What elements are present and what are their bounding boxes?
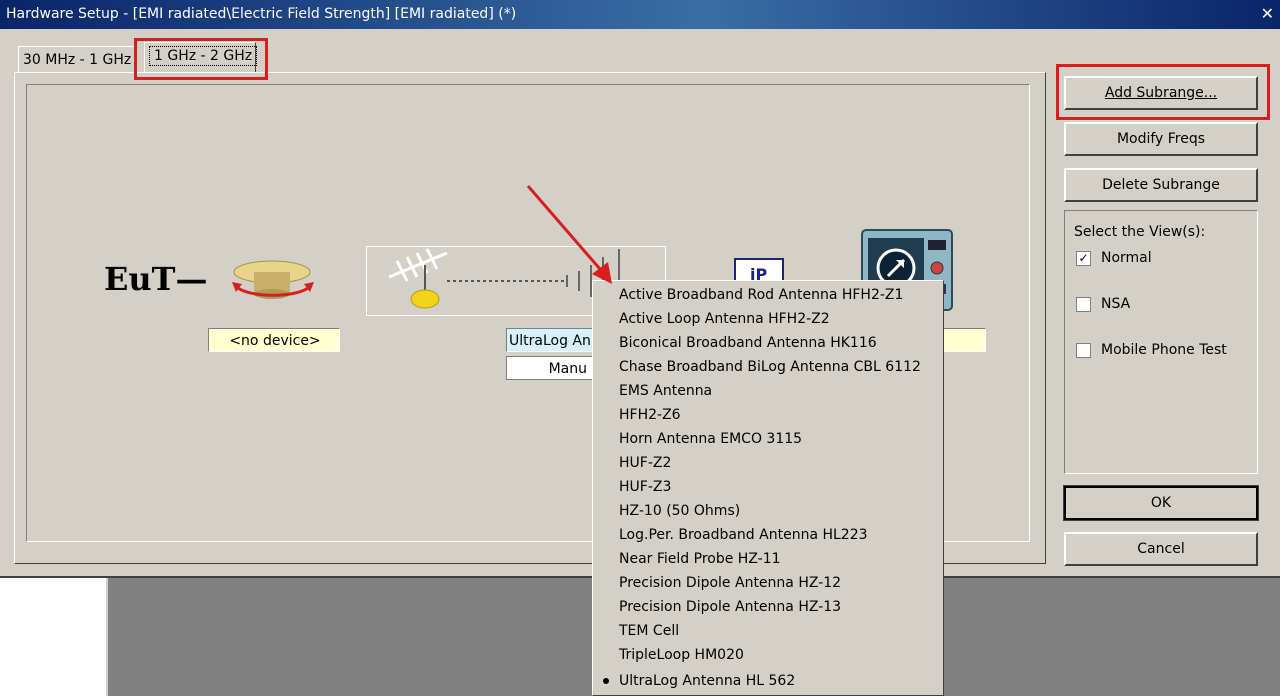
menu-item[interactable]: Biconical Broadband Antenna HK116 xyxy=(619,332,877,354)
menu-item[interactable]: Log.Per. Broadband Antenna HL223 xyxy=(619,524,868,546)
computer-icon[interactable]: iP xyxy=(734,258,784,284)
title-bar[interactable]: Hardware Setup - [EMI radiated\Electric … xyxy=(0,0,1280,29)
view-option-normal[interactable]: ✓ Normal xyxy=(1076,248,1152,268)
checkbox-icon[interactable] xyxy=(1076,296,1091,312)
close-icon[interactable]: ✕ xyxy=(1261,4,1274,23)
highlight-tab-annotation xyxy=(134,38,268,80)
delete-subrange-button[interactable]: Delete Subrange xyxy=(1064,168,1258,202)
highlight-add-subrange-annotation xyxy=(1056,64,1270,120)
antenna-dropdown-menu: Active Broadband Rod Antenna HFH2-Z1 Act… xyxy=(592,280,944,696)
cancel-label: Cancel xyxy=(1137,541,1185,557)
eut-label: EuT— xyxy=(104,260,208,298)
window-title: Hardware Setup - [EMI radiated\Electric … xyxy=(6,6,517,22)
menu-item[interactable]: EMS Antenna xyxy=(619,380,712,402)
ok-button[interactable]: OK xyxy=(1063,485,1259,521)
delete-subrange-label: Delete Subrange xyxy=(1102,177,1220,193)
antenna-device-field[interactable]: UltraLog An xyxy=(506,328,596,352)
checkbox-checked-icon[interactable]: ✓ xyxy=(1076,250,1091,266)
tab-label: 30 MHz - 1 GHz xyxy=(23,52,132,68)
turntable-device-field[interactable]: <no device> xyxy=(208,328,340,352)
tab-30mhz-1ghz[interactable]: 30 MHz - 1 GHz xyxy=(18,46,136,72)
menu-item[interactable]: TEM Cell xyxy=(619,620,679,642)
view-option-mobile-phone-test[interactable]: Mobile Phone Test xyxy=(1076,340,1227,360)
selected-bullet-icon xyxy=(603,678,609,684)
menu-item[interactable]: Precision Dipole Antenna HZ-12 xyxy=(619,572,841,594)
cancel-button[interactable]: Cancel xyxy=(1064,532,1258,566)
menu-item[interactable]: Horn Antenna EMCO 3115 xyxy=(619,428,802,450)
menu-item[interactable]: Near Field Probe HZ-11 xyxy=(619,548,781,570)
menu-item-selected[interactable]: UltraLog Antenna HL 562 xyxy=(619,670,795,692)
view-option-label: Mobile Phone Test xyxy=(1101,342,1227,358)
turntable-icon[interactable] xyxy=(226,256,320,308)
menu-item[interactable]: Precision Dipole Antenna HZ-13 xyxy=(619,596,841,618)
view-option-label: NSA xyxy=(1101,296,1131,312)
checkbox-icon[interactable] xyxy=(1076,342,1091,358)
view-option-label: Normal xyxy=(1101,250,1152,266)
ok-label: OK xyxy=(1150,495,1172,511)
menu-item[interactable]: TripleLoop HM020 xyxy=(619,644,744,666)
modify-freqs-label: Modify Freqs xyxy=(1116,131,1206,147)
menu-item[interactable]: HZ-10 (50 Ohms) xyxy=(619,500,740,522)
menu-item[interactable]: Active Broadband Rod Antenna HFH2-Z1 xyxy=(619,284,903,306)
view-option-nsa[interactable]: NSA xyxy=(1076,294,1130,314)
modify-freqs-button[interactable]: Modify Freqs xyxy=(1064,122,1258,156)
receiver-device-field[interactable] xyxy=(940,328,986,352)
menu-item[interactable]: Active Loop Antenna HFH2-Z2 xyxy=(619,308,830,330)
antenna-mode-field[interactable]: Manu xyxy=(506,356,596,380)
menu-item[interactable]: HUF-Z3 xyxy=(619,476,671,498)
menu-item[interactable]: HUF-Z2 xyxy=(619,452,671,474)
annotation-arrow-icon xyxy=(526,185,612,284)
menu-item[interactable]: HFH2-Z6 xyxy=(619,404,681,426)
view-group-title: Select the View(s): xyxy=(1074,224,1206,240)
menu-item[interactable]: Chase Broadband BiLog Antenna CBL 6112 xyxy=(619,356,921,378)
monitor-glyph-icon: iP xyxy=(750,265,767,284)
